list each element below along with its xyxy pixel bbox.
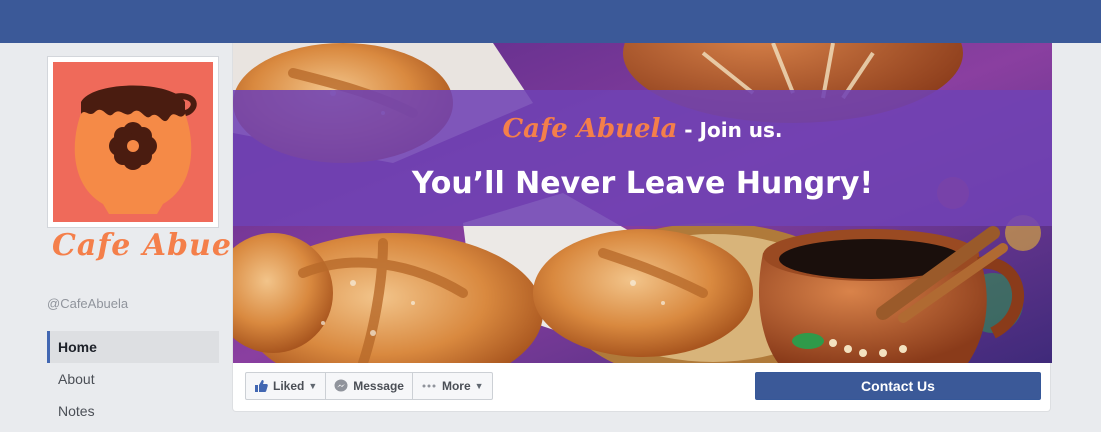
- banner-tagline: You’ll Never Leave Hungry!: [411, 166, 874, 201]
- page-header-card: Cafe Abuela - Join us. You’ll Never Leav…: [232, 43, 1052, 412]
- more-label: More: [441, 379, 471, 393]
- more-dots-icon: [421, 379, 437, 393]
- top-navigation-bar: [0, 0, 1101, 43]
- chevron-down-icon: ▼: [308, 381, 318, 391]
- message-button[interactable]: Message: [325, 372, 413, 400]
- page-handle: @CafeAbuela: [47, 296, 129, 311]
- cover-photo[interactable]: Cafe Abuela - Join us. You’ll Never Leav…: [233, 43, 1052, 363]
- liked-button[interactable]: Liked ▼: [245, 372, 327, 400]
- liked-label: Liked: [273, 379, 305, 393]
- message-label: Message: [353, 379, 404, 393]
- banner-brand-name: Cafe Abuela: [502, 114, 678, 144]
- page-action-buttons: Liked ▼ Message More ▼: [245, 372, 493, 400]
- cover-banner: Cafe Abuela - Join us. You’ll Never Leav…: [233, 90, 1052, 226]
- banner-join-text: - Join us.: [677, 118, 783, 142]
- messenger-icon: [334, 379, 348, 393]
- thumbs-up-icon: [254, 379, 268, 393]
- sidebar-item-about[interactable]: About: [47, 363, 219, 395]
- banner-headline: Cafe Abuela - Join us.: [233, 114, 1052, 144]
- contact-us-button[interactable]: Contact Us: [755, 372, 1041, 400]
- sidebar-item-home[interactable]: Home: [47, 331, 219, 363]
- more-button[interactable]: More ▼: [411, 372, 493, 400]
- sidebar-item-notes[interactable]: Notes: [47, 395, 219, 427]
- page-side-navigation: Home About Notes: [47, 331, 219, 427]
- profile-picture[interactable]: [47, 56, 219, 228]
- chevron-down-icon: ▼: [474, 381, 484, 391]
- clay-mug-logo-icon: [74, 85, 197, 214]
- logo-background: [53, 62, 213, 222]
